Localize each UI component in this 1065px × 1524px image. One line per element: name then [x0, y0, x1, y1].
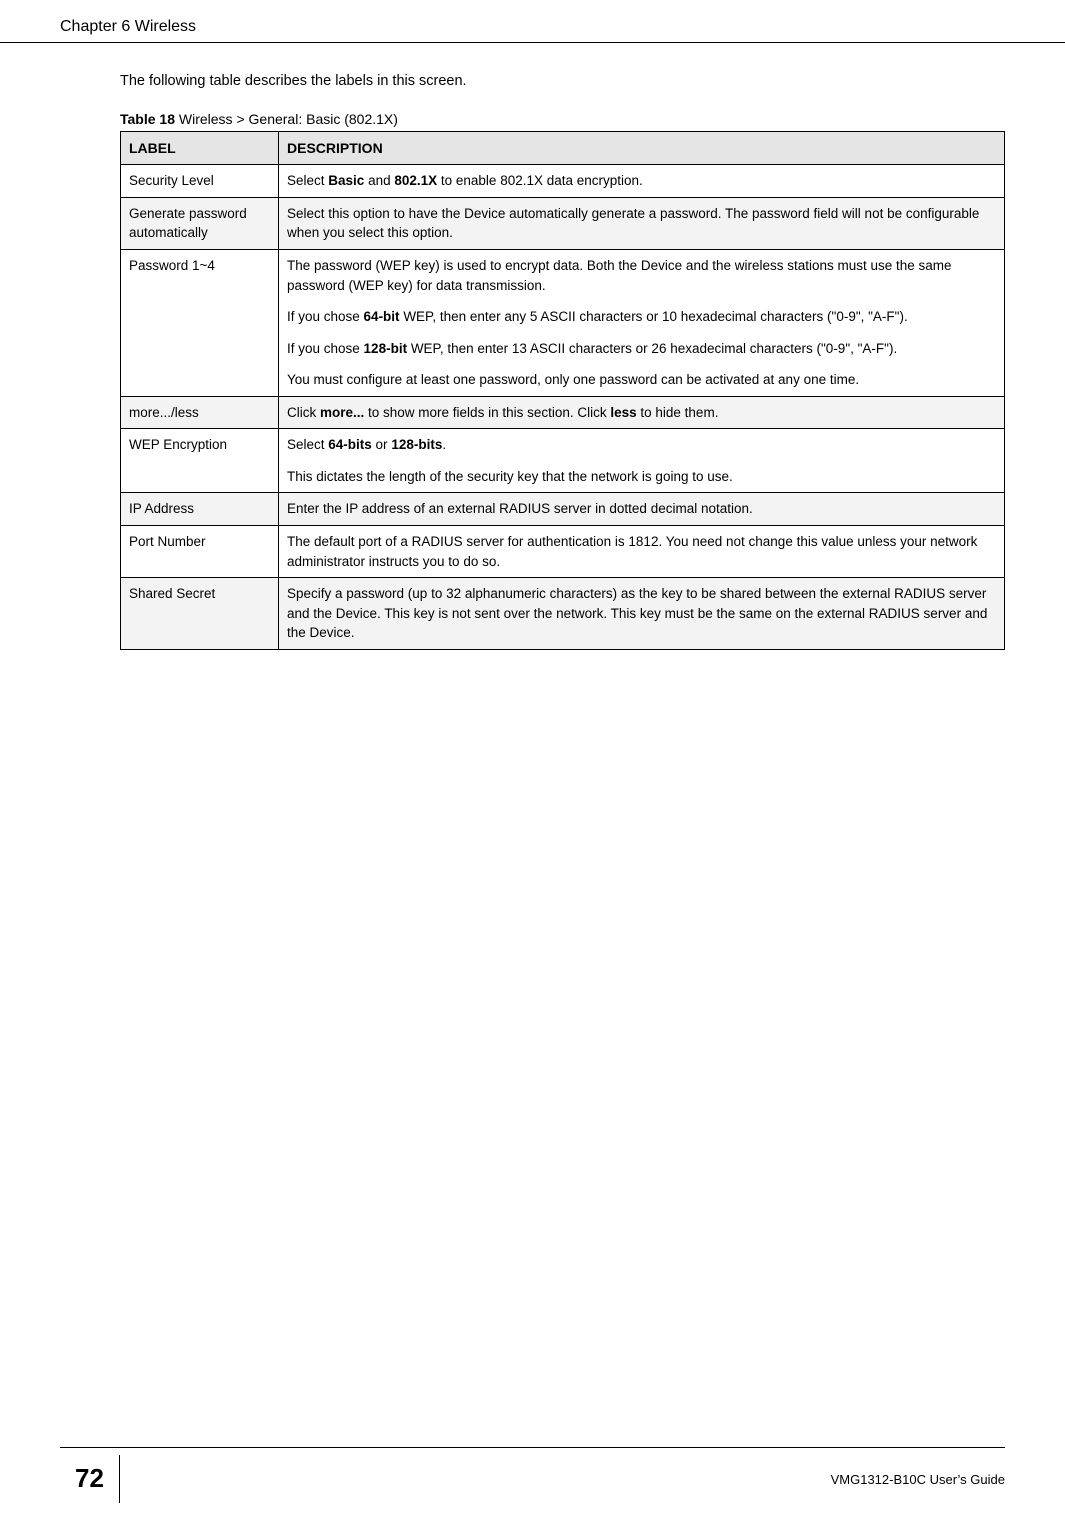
text-run: or: [372, 437, 392, 452]
cell-label: Password 1~4: [121, 249, 279, 396]
bold-text: 128-bits: [391, 437, 442, 452]
bold-text: Basic: [328, 173, 364, 188]
text-run: This dictates the length of the security…: [287, 469, 733, 484]
text-run: The password (WEP key) is used to encryp…: [287, 258, 952, 293]
cell-description: The password (WEP key) is used to encryp…: [279, 249, 1005, 396]
cell-label: Generate password automatically: [121, 197, 279, 249]
text-run: If you chose: [287, 309, 364, 324]
cell-paragraph: You must configure at least one password…: [287, 370, 996, 390]
bold-text: 128-bit: [364, 341, 408, 356]
text-run: and: [364, 173, 394, 188]
table-row: more.../lessClick more... to show more f…: [121, 396, 1005, 429]
cell-paragraph: Select 64-bits or 128-bits.: [287, 435, 996, 455]
cell-label: Shared Secret: [121, 578, 279, 650]
cell-description: Click more... to show more fields in thi…: [279, 396, 1005, 429]
page-number: 72: [60, 1455, 120, 1503]
cell-description: Select 64-bits or 128-bits. This dictates…: [279, 429, 1005, 493]
text-run: .: [442, 437, 446, 452]
text-run: Enter the IP address of an external RADI…: [287, 501, 753, 516]
header-label: LABEL: [121, 132, 279, 165]
text-run: The default port of a RADIUS server for …: [287, 534, 977, 569]
table-row: WEP EncryptionSelect 64-bits or 128-bits…: [121, 429, 1005, 493]
labels-table: LABEL DESCRIPTION Security LevelSelect B…: [120, 131, 1005, 650]
table-row: Shared SecretSpecify a password (up to 3…: [121, 578, 1005, 650]
page-footer: 72 VMG1312-B10C User’s Guide: [0, 1447, 1065, 1510]
cell-paragraph: If you chose 128-bit WEP, then enter 13 …: [287, 339, 996, 359]
header-description: DESCRIPTION: [279, 132, 1005, 165]
chapter-title: Chapter 6 Wireless: [60, 18, 196, 36]
cell-label: more.../less: [121, 396, 279, 429]
text-run: Select: [287, 437, 328, 452]
text-run: You must configure at least one password…: [287, 372, 859, 387]
page-header: Chapter 6 Wireless: [0, 0, 1065, 43]
cell-label: Security Level: [121, 165, 279, 198]
cell-description: Specify a password (up to 32 alphanumeri…: [279, 578, 1005, 650]
text-run: to hide them.: [637, 405, 719, 420]
table-header-row: LABEL DESCRIPTION: [121, 132, 1005, 165]
bold-text: 802.1X: [394, 173, 437, 188]
cell-description: Enter the IP address of an external RADI…: [279, 493, 1005, 526]
bold-text: 64-bit: [364, 309, 400, 324]
table-caption: Table 18 Wireless > General: Basic (802.…: [120, 111, 1005, 127]
table-caption-rest: Wireless > General: Basic (802.1X): [175, 111, 398, 127]
text-run: Select: [287, 173, 328, 188]
text-run: WEP, then enter any 5 ASCII characters o…: [400, 309, 908, 324]
cell-description: Select this option to have the Device au…: [279, 197, 1005, 249]
bold-text: less: [610, 405, 636, 420]
cell-label: WEP Encryption: [121, 429, 279, 493]
footer-content: 72 VMG1312-B10C User’s Guide: [60, 1448, 1005, 1510]
cell-paragraph: The password (WEP key) is used to encryp…: [287, 256, 996, 295]
cell-description: The default port of a RADIUS server for …: [279, 526, 1005, 578]
table-number: Table 18: [120, 111, 175, 127]
main-content: The following table describes the labels…: [0, 43, 1065, 650]
table-row: Generate password automaticallySelect th…: [121, 197, 1005, 249]
bold-text: 64-bits: [328, 437, 372, 452]
text-run: Specify a password (up to 32 alphanumeri…: [287, 586, 987, 640]
text-run: Select this option to have the Device au…: [287, 206, 979, 241]
text-run: to enable 802.1X data encryption.: [437, 173, 643, 188]
bold-text: more...: [320, 405, 364, 420]
intro-text: The following table describes the labels…: [120, 73, 1005, 89]
table-row: IP Address Enter the IP address of an ext…: [121, 493, 1005, 526]
guide-name: VMG1312-B10C User’s Guide: [831, 1472, 1005, 1487]
cell-description: Select Basic and 802.1X to enable 802.1X…: [279, 165, 1005, 198]
text-run: WEP, then enter 13 ASCII characters or 2…: [407, 341, 897, 356]
cell-label: Port Number: [121, 526, 279, 578]
cell-paragraph: This dictates the length of the security…: [287, 467, 996, 487]
text-run: to show more fields in this section. Cli…: [364, 405, 610, 420]
table-row: Port NumberThe default port of a RADIUS …: [121, 526, 1005, 578]
table-row: Security LevelSelect Basic and 802.1X to…: [121, 165, 1005, 198]
cell-label: IP Address: [121, 493, 279, 526]
text-run: If you chose: [287, 341, 364, 356]
text-run: Click: [287, 405, 320, 420]
table-row: Password 1~4The password (WEP key) is us…: [121, 249, 1005, 396]
cell-paragraph: If you chose 64-bit WEP, then enter any …: [287, 307, 996, 327]
